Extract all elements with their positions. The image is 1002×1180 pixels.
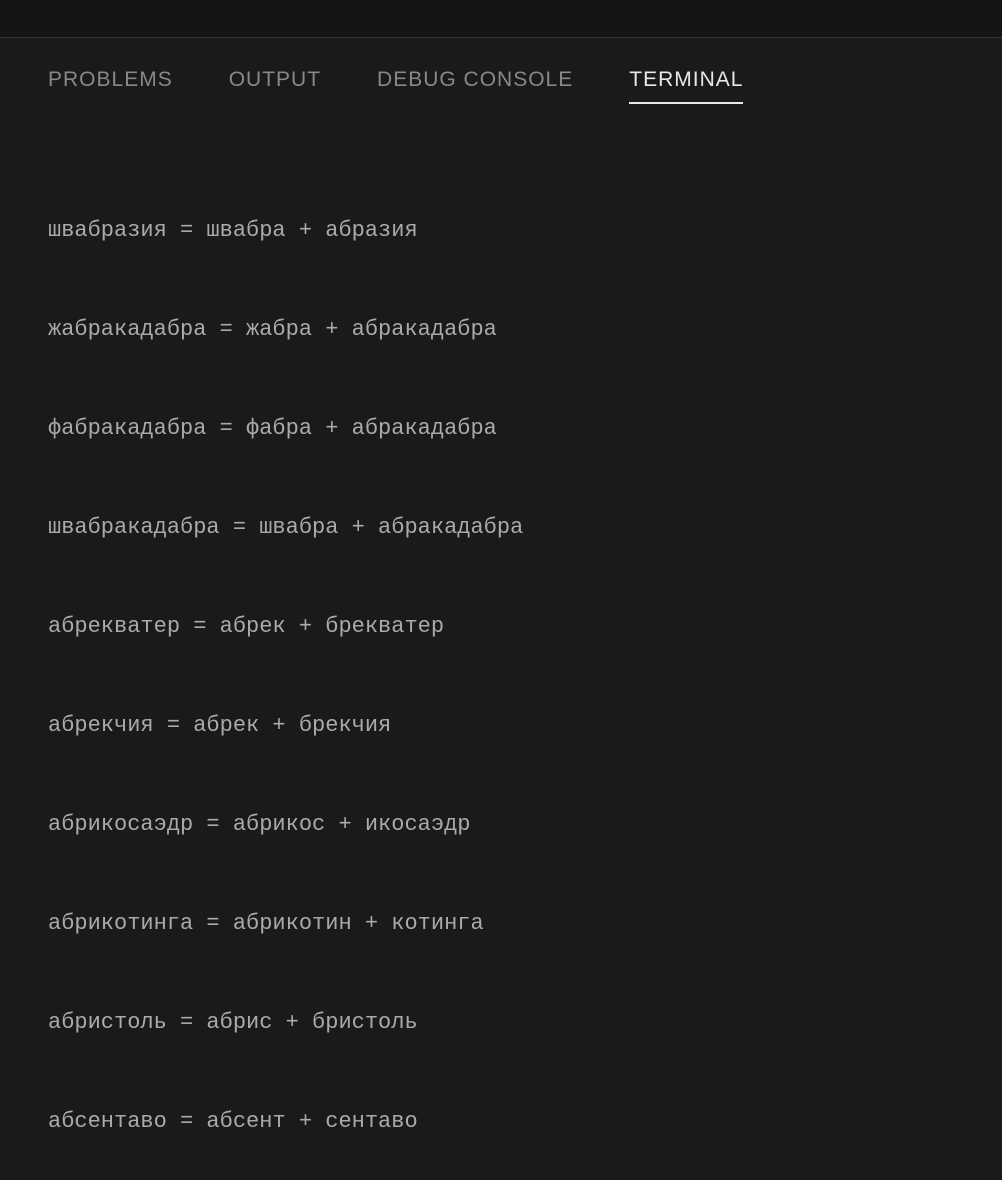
terminal-line: абрикотинга = абрикотин + котинга (48, 907, 1002, 940)
editor-top-bar (0, 0, 1002, 38)
panel-tabs: PROBLEMS OUTPUT DEBUG CONSOLE TERMINAL (0, 38, 1002, 128)
tab-problems[interactable]: PROBLEMS (48, 68, 173, 104)
terminal-line: жабракадабра = жабра + абракадабра (48, 313, 1002, 346)
terminal-line: абрекватер = абрек + брекватер (48, 610, 1002, 643)
terminal-output[interactable]: швабразия = швабра + абразия жабракадабр… (0, 128, 1002, 1180)
terminal-line: абрекчия = абрек + брекчия (48, 709, 1002, 742)
terminal-line: фабракадабра = фабра + абракадабра (48, 412, 1002, 445)
tab-terminal[interactable]: TERMINAL (629, 68, 743, 104)
tab-debug-console[interactable]: DEBUG CONSOLE (377, 68, 573, 104)
terminal-line: швабракадабра = швабра + абракадабра (48, 511, 1002, 544)
terminal-line: абристоль = абрис + бристоль (48, 1006, 1002, 1039)
terminal-line: швабразия = швабра + абразия (48, 214, 1002, 247)
tab-output[interactable]: OUTPUT (229, 68, 321, 104)
terminal-line: абрикосаэдр = абрикос + икосаэдр (48, 808, 1002, 841)
terminal-line: абсентаво = абсент + сентаво (48, 1105, 1002, 1138)
